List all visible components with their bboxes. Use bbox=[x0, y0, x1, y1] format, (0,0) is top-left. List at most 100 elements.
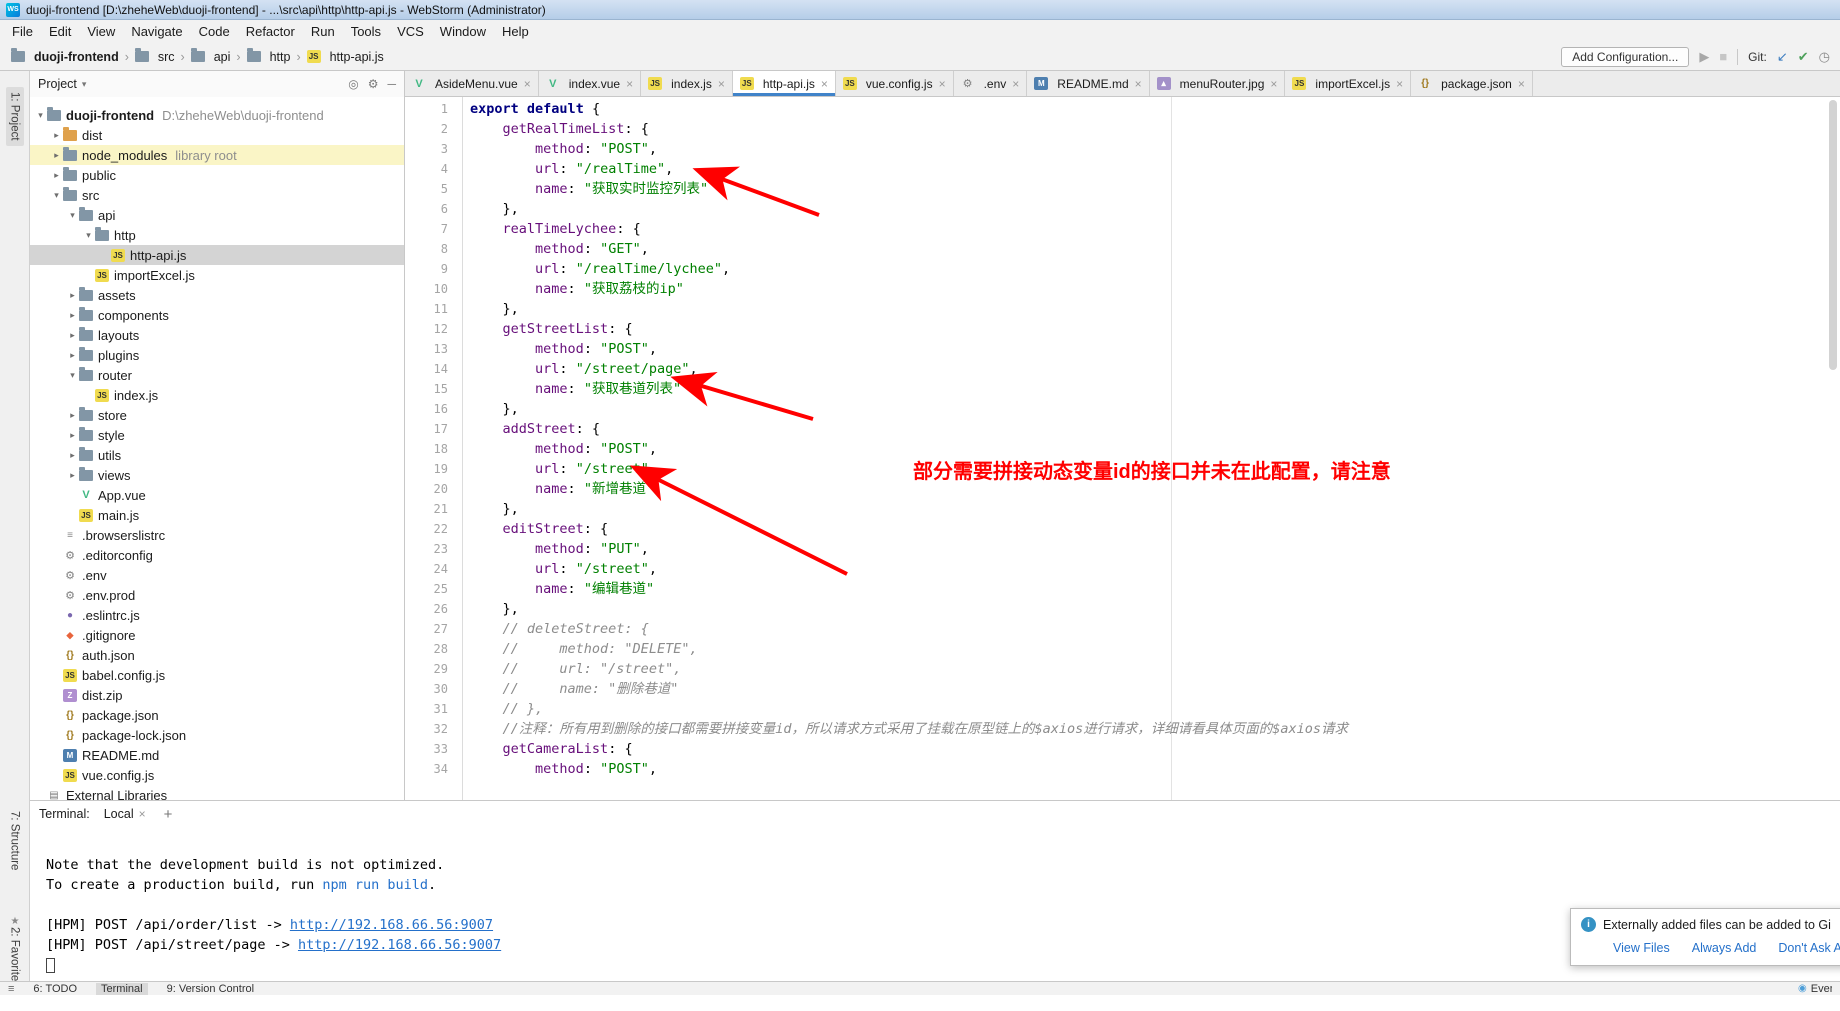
close-icon[interactable]: × bbox=[1270, 77, 1277, 91]
chevron-right-icon[interactable]: ▸ bbox=[66, 310, 79, 321]
editor[interactable]: 1234567891011121314151617181920212223242… bbox=[405, 97, 1840, 800]
tree-item[interactable]: ▸utils bbox=[30, 445, 404, 465]
toolwindow-button-favorites[interactable]: ★2: Favorites bbox=[6, 911, 24, 992]
tree-item[interactable]: ⚙.env bbox=[30, 565, 404, 585]
tree-item[interactable]: Zdist.zip bbox=[30, 685, 404, 705]
tree-item[interactable]: ▸assets bbox=[30, 285, 404, 305]
tab-README.md[interactable]: MREADME.md× bbox=[1027, 71, 1149, 96]
close-icon[interactable]: × bbox=[821, 77, 828, 91]
notification-action-alwaysadd[interactable]: Always Add bbox=[1692, 941, 1757, 955]
tree-item[interactable]: {}package.json bbox=[30, 705, 404, 725]
tree-item[interactable]: {}auth.json bbox=[30, 645, 404, 665]
breadcrumb-item[interactable]: http bbox=[244, 48, 294, 66]
chevron-down-icon[interactable]: ▾ bbox=[66, 210, 79, 221]
chevron-right-icon[interactable]: ▸ bbox=[66, 470, 79, 481]
run-icon[interactable]: ▶ bbox=[1699, 49, 1709, 65]
titlebar[interactable]: WS duoji-frontend [D:\zheheWeb\duoji-fro… bbox=[0, 0, 1840, 20]
terminal-tab-local[interactable]: Local × bbox=[98, 804, 152, 824]
menu-item-tools[interactable]: Tools bbox=[343, 21, 389, 42]
close-icon[interactable]: × bbox=[939, 77, 946, 91]
new-terminal-button[interactable]: + bbox=[160, 806, 177, 823]
terminal-link[interactable]: http://192.168.66.56:9007 bbox=[298, 937, 501, 953]
menu-item-vcs[interactable]: VCS bbox=[389, 21, 432, 42]
close-icon[interactable]: × bbox=[1135, 77, 1142, 91]
chevron-right-icon[interactable]: ▸ bbox=[66, 330, 79, 341]
chevron-right-icon[interactable]: ▸ bbox=[66, 410, 79, 421]
statusbar-item-versioncontrol[interactable]: 9: Version Control bbox=[162, 983, 259, 995]
menu-item-window[interactable]: Window bbox=[432, 21, 494, 42]
tree-item[interactable]: JSimportExcel.js bbox=[30, 265, 404, 285]
breadcrumb-item[interactable]: src bbox=[132, 48, 178, 66]
breadcrumb-item[interactable]: duoji-frontend bbox=[8, 48, 122, 66]
tree-item[interactable]: ▸layouts bbox=[30, 325, 404, 345]
code-pane[interactable]: export default { getRealTimeList: { meth… bbox=[464, 97, 1840, 800]
menu-item-view[interactable]: View bbox=[79, 21, 123, 42]
menu-item-navigate[interactable]: Navigate bbox=[123, 21, 190, 42]
chevron-right-icon[interactable]: ▸ bbox=[50, 150, 63, 161]
tree-item[interactable]: JSbabel.config.js bbox=[30, 665, 404, 685]
hide-icon[interactable]: ─ bbox=[387, 77, 396, 91]
event-log-icon[interactable]: ◉ bbox=[1798, 983, 1807, 994]
tree-item[interactable]: ▤External Libraries bbox=[30, 785, 404, 800]
tab-menuRouter.jpg[interactable]: ▴menuRouter.jpg× bbox=[1150, 71, 1286, 96]
event-log-label[interactable]: Event Log bbox=[1811, 983, 1832, 995]
locate-icon[interactable]: ◎ bbox=[348, 77, 358, 91]
menu-item-file[interactable]: File bbox=[4, 21, 41, 42]
chevron-down-icon[interactable]: ▾ bbox=[82, 79, 87, 90]
tab-package.json[interactable]: {}package.json× bbox=[1411, 71, 1533, 96]
close-icon[interactable]: × bbox=[718, 77, 725, 91]
add-configuration-button[interactable]: Add Configuration... bbox=[1561, 47, 1689, 67]
settings-icon[interactable]: ⚙ bbox=[368, 77, 379, 91]
tab-AsideMenu.vue[interactable]: VAsideMenu.vue× bbox=[405, 71, 539, 96]
tab-index.js[interactable]: JSindex.js× bbox=[641, 71, 733, 96]
chevron-down-icon[interactable]: ▾ bbox=[82, 230, 95, 241]
chevron-right-icon[interactable]: ▸ bbox=[66, 450, 79, 461]
statusbar-item-terminal[interactable]: Terminal bbox=[96, 983, 148, 995]
tree-item[interactable]: ▸public bbox=[30, 165, 404, 185]
statusbar-item-todo[interactable]: 6: TODO bbox=[28, 983, 82, 995]
update-project-icon[interactable]: ↙ bbox=[1777, 49, 1788, 65]
project-view-selector[interactable]: Project bbox=[38, 77, 77, 91]
tree-item[interactable]: ▸node_moduleslibrary root bbox=[30, 145, 404, 165]
tree-item[interactable]: JShttp-api.js bbox=[30, 245, 404, 265]
close-icon[interactable]: × bbox=[139, 807, 146, 821]
tab-importExcel.js[interactable]: JSimportExcel.js× bbox=[1285, 71, 1411, 96]
menu-item-run[interactable]: Run bbox=[303, 21, 343, 42]
commit-icon[interactable]: ✔ bbox=[1798, 49, 1809, 65]
tree-item[interactable]: ▾api bbox=[30, 205, 404, 225]
tree-item[interactable]: ≡.browserslistrc bbox=[30, 525, 404, 545]
menu-item-help[interactable]: Help bbox=[494, 21, 537, 42]
tree-item[interactable]: ▸dist bbox=[30, 125, 404, 145]
chevron-right-icon[interactable]: ▸ bbox=[66, 350, 79, 361]
chevron-right-icon[interactable]: ▸ bbox=[50, 130, 63, 141]
close-icon[interactable]: × bbox=[524, 77, 531, 91]
tree-item[interactable]: JSindex.js bbox=[30, 385, 404, 405]
chevron-right-icon[interactable]: ▸ bbox=[66, 290, 79, 301]
chevron-down-icon[interactable]: ▾ bbox=[34, 110, 47, 121]
tree-item[interactable]: ◆.gitignore bbox=[30, 625, 404, 645]
tree-item[interactable]: {}package-lock.json bbox=[30, 725, 404, 745]
tree-item[interactable]: ▾src bbox=[30, 185, 404, 205]
tab-.env[interactable]: ⚙.env× bbox=[954, 71, 1028, 96]
close-icon[interactable]: × bbox=[626, 77, 633, 91]
breadcrumb-item[interactable]: JShttp-api.js bbox=[304, 48, 387, 66]
close-icon[interactable]: × bbox=[1518, 77, 1525, 91]
menu-item-edit[interactable]: Edit bbox=[41, 21, 79, 42]
tree-item[interactable]: ▸store bbox=[30, 405, 404, 425]
close-icon[interactable]: × bbox=[1396, 77, 1403, 91]
chevron-right-icon[interactable]: ▸ bbox=[66, 430, 79, 441]
tree-item[interactable]: JSmain.js bbox=[30, 505, 404, 525]
close-icon[interactable]: × bbox=[1012, 77, 1019, 91]
toolwindow-button-project[interactable]: 1: Project bbox=[6, 87, 24, 146]
history-icon[interactable]: ◷ bbox=[1819, 49, 1830, 65]
tree-item[interactable]: ●.eslintrc.js bbox=[30, 605, 404, 625]
chevron-down-icon[interactable]: ▾ bbox=[66, 370, 79, 381]
tree-item[interactable]: VApp.vue bbox=[30, 485, 404, 505]
tree-item[interactable]: ⚙.editorconfig bbox=[30, 545, 404, 565]
tree-item[interactable]: ▾duoji-frontendD:\zheheWeb\duoji-fronten… bbox=[30, 105, 404, 125]
notification-action-viewfiles[interactable]: View Files bbox=[1613, 941, 1670, 955]
tree-item[interactable]: ▸plugins bbox=[30, 345, 404, 365]
tab-vue.config.js[interactable]: JSvue.config.js× bbox=[836, 71, 954, 96]
menu-item-code[interactable]: Code bbox=[191, 21, 238, 42]
menu-item-refactor[interactable]: Refactor bbox=[238, 21, 303, 42]
